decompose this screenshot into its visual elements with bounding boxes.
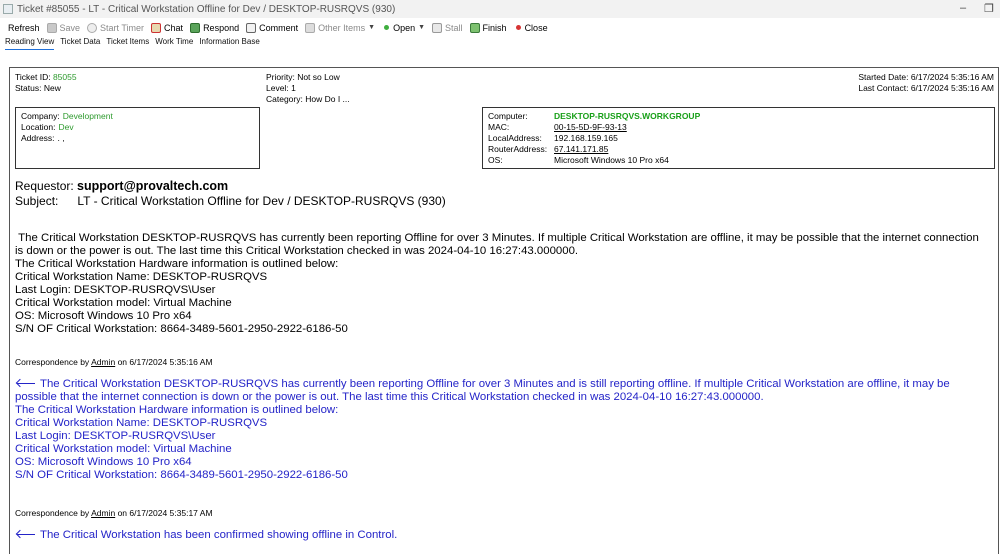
tab-ticket-data[interactable]: Ticket Data bbox=[60, 37, 100, 50]
tab-strip: Reading View Ticket Data Ticket Items Wo… bbox=[0, 37, 1000, 50]
finish-icon bbox=[469, 22, 480, 33]
chat-icon bbox=[151, 22, 162, 33]
correspondence-line: Critical Workstation Name: DESKTOP-RUSRQ… bbox=[15, 417, 268, 429]
stall-button[interactable]: Stall bbox=[432, 22, 463, 33]
message-paragraph: The Critical Workstation DESKTOP-RUSRQVS… bbox=[15, 232, 982, 257]
minimize-icon[interactable]: – bbox=[960, 2, 966, 15]
ticket-priority: Not so Low bbox=[297, 72, 340, 82]
correspondence-message: The Critical Workstation DESKTOP-RUSRQVS… bbox=[15, 378, 990, 482]
close-button[interactable]: Close bbox=[514, 23, 548, 33]
save-button[interactable]: Save bbox=[46, 22, 80, 33]
ticket-id: 85055 bbox=[52, 72, 77, 82]
message-line: S/N OF Critical Workstation: 8664-3489-5… bbox=[15, 323, 348, 335]
window-titlebar: Ticket #85055 - LT - Critical Workstatio… bbox=[0, 0, 1000, 18]
address-value: . , bbox=[57, 133, 65, 143]
timer-icon bbox=[87, 22, 98, 33]
company-link[interactable]: Development bbox=[63, 111, 113, 122]
arrow-left-icon bbox=[15, 531, 35, 539]
dates-block: Started Date: 6/17/2024 5:35:16 AM Last … bbox=[858, 72, 994, 93]
correspondence-line: Last Login: DESKTOP-RUSRQVS\User bbox=[15, 430, 216, 442]
local-address: 192.168.159.165 bbox=[554, 133, 618, 143]
message-line: Critical Workstation model: Virtual Mach… bbox=[15, 297, 232, 309]
company-info-box: Company: Development Location: Dev Address… bbox=[15, 107, 260, 169]
start-timer-button[interactable]: Start Timer bbox=[87, 22, 144, 33]
open-status-icon bbox=[384, 25, 390, 30]
correspondence-header: Correspondence by Admin on 6/17/2024 5:3… bbox=[15, 508, 213, 518]
ticket-status: New bbox=[43, 83, 61, 93]
location-link[interactable]: Dev bbox=[59, 122, 74, 133]
tab-reading-view[interactable]: Reading View bbox=[5, 37, 55, 50]
reading-view-panel: Ticket ID: 85055 Status: New Priority: N… bbox=[9, 67, 999, 554]
correspondence-paragraph: The Critical Workstation DESKTOP-RUSRQVS… bbox=[15, 378, 950, 403]
ticket-level: 1 bbox=[291, 83, 296, 93]
respond-button[interactable]: Respond bbox=[190, 22, 239, 33]
requestor-line: Requestor: support@provaltech.com bbox=[15, 179, 229, 193]
respond-icon bbox=[190, 22, 201, 33]
last-contact-date: 6/17/2024 5:35:16 AM bbox=[910, 83, 994, 93]
initial-message: The Critical Workstation DESKTOP-RUSRQVS… bbox=[15, 232, 990, 336]
mac-address-link[interactable]: 00-15-5D-9F-93-13 bbox=[554, 122, 627, 133]
refresh-button[interactable]: Refresh bbox=[4, 23, 40, 33]
toolbar: Refresh Save Start Timer Chat Respond Co… bbox=[0, 19, 1000, 36]
author-link[interactable]: Admin bbox=[91, 508, 115, 518]
ticket-id-block: Ticket ID: 85055 Status: New bbox=[15, 72, 77, 93]
subject-line: Subject: LT - Critical Workstation Offlin… bbox=[15, 194, 446, 208]
refresh-icon bbox=[4, 23, 6, 33]
chat-button[interactable]: Chat bbox=[151, 22, 183, 33]
started-date: 6/17/2024 5:35:16 AM bbox=[910, 72, 994, 82]
arrow-left-icon bbox=[15, 380, 35, 388]
tab-work-time[interactable]: Work Time bbox=[155, 37, 193, 50]
chevron-down-icon: ▼ bbox=[418, 24, 426, 31]
correspondence-text: The Critical Workstation has been confir… bbox=[40, 529, 398, 541]
tab-ticket-items[interactable]: Ticket Items bbox=[106, 37, 149, 50]
window-title: Ticket #85055 - LT - Critical Workstatio… bbox=[17, 3, 396, 15]
subject-value: LT - Critical Workstation Offline for De… bbox=[77, 194, 446, 208]
app-icon bbox=[3, 4, 13, 14]
correspondence-line: S/N OF Critical Workstation: 8664-3489-5… bbox=[15, 469, 348, 481]
message-line: Critical Workstation Name: DESKTOP-RUSRQ… bbox=[15, 271, 268, 283]
stall-icon bbox=[432, 22, 443, 33]
open-button[interactable]: Open ▼ bbox=[382, 23, 425, 33]
correspondence-header: Correspondence by Admin on 6/17/2024 5:3… bbox=[15, 357, 213, 367]
save-icon bbox=[46, 22, 57, 33]
correspondence-line: OS: Microsoft Windows 10 Pro x64 bbox=[15, 456, 192, 468]
finish-button[interactable]: Finish bbox=[469, 22, 507, 33]
correspondence-line: Critical Workstation model: Virtual Mach… bbox=[15, 443, 232, 455]
tab-information-base[interactable]: Information Base bbox=[199, 37, 259, 50]
message-line: The Critical Workstation Hardware inform… bbox=[15, 258, 339, 270]
computer-link[interactable]: DESKTOP-RUSRQVS.WORKGROUP bbox=[554, 111, 700, 122]
ticket-category: How Do I ... bbox=[305, 94, 350, 104]
correspondence-line: The Critical Workstation Hardware inform… bbox=[15, 404, 339, 416]
restore-icon[interactable]: ❐ bbox=[984, 2, 994, 15]
message-line: OS: Microsoft Windows 10 Pro x64 bbox=[15, 310, 192, 322]
correspondence-message: The Critical Workstation has been confir… bbox=[15, 529, 990, 542]
comment-icon bbox=[246, 22, 257, 33]
close-status-icon bbox=[515, 25, 521, 30]
message-line: Last Login: DESKTOP-RUSRQVS\User bbox=[15, 284, 216, 296]
other-items-button[interactable]: Other Items ▼ bbox=[305, 22, 376, 33]
router-address-link[interactable]: 67.141.171.85 bbox=[554, 144, 608, 155]
comment-button[interactable]: Comment bbox=[246, 22, 298, 33]
os-value: Microsoft Windows 10 Pro x64 bbox=[554, 155, 669, 165]
chevron-down-icon: ▼ bbox=[368, 24, 376, 31]
requestor-email: support@provaltech.com bbox=[77, 179, 229, 193]
priority-block: Priority: Not so Low Level: 1 Category: … bbox=[266, 72, 350, 104]
computer-info-box: Computer: DESKTOP-RUSRQVS.WORKGROUP MAC: 0… bbox=[482, 107, 995, 169]
other-items-icon bbox=[305, 22, 316, 33]
window-controls: – ❐ bbox=[960, 2, 994, 15]
author-link[interactable]: Admin bbox=[91, 357, 115, 367]
